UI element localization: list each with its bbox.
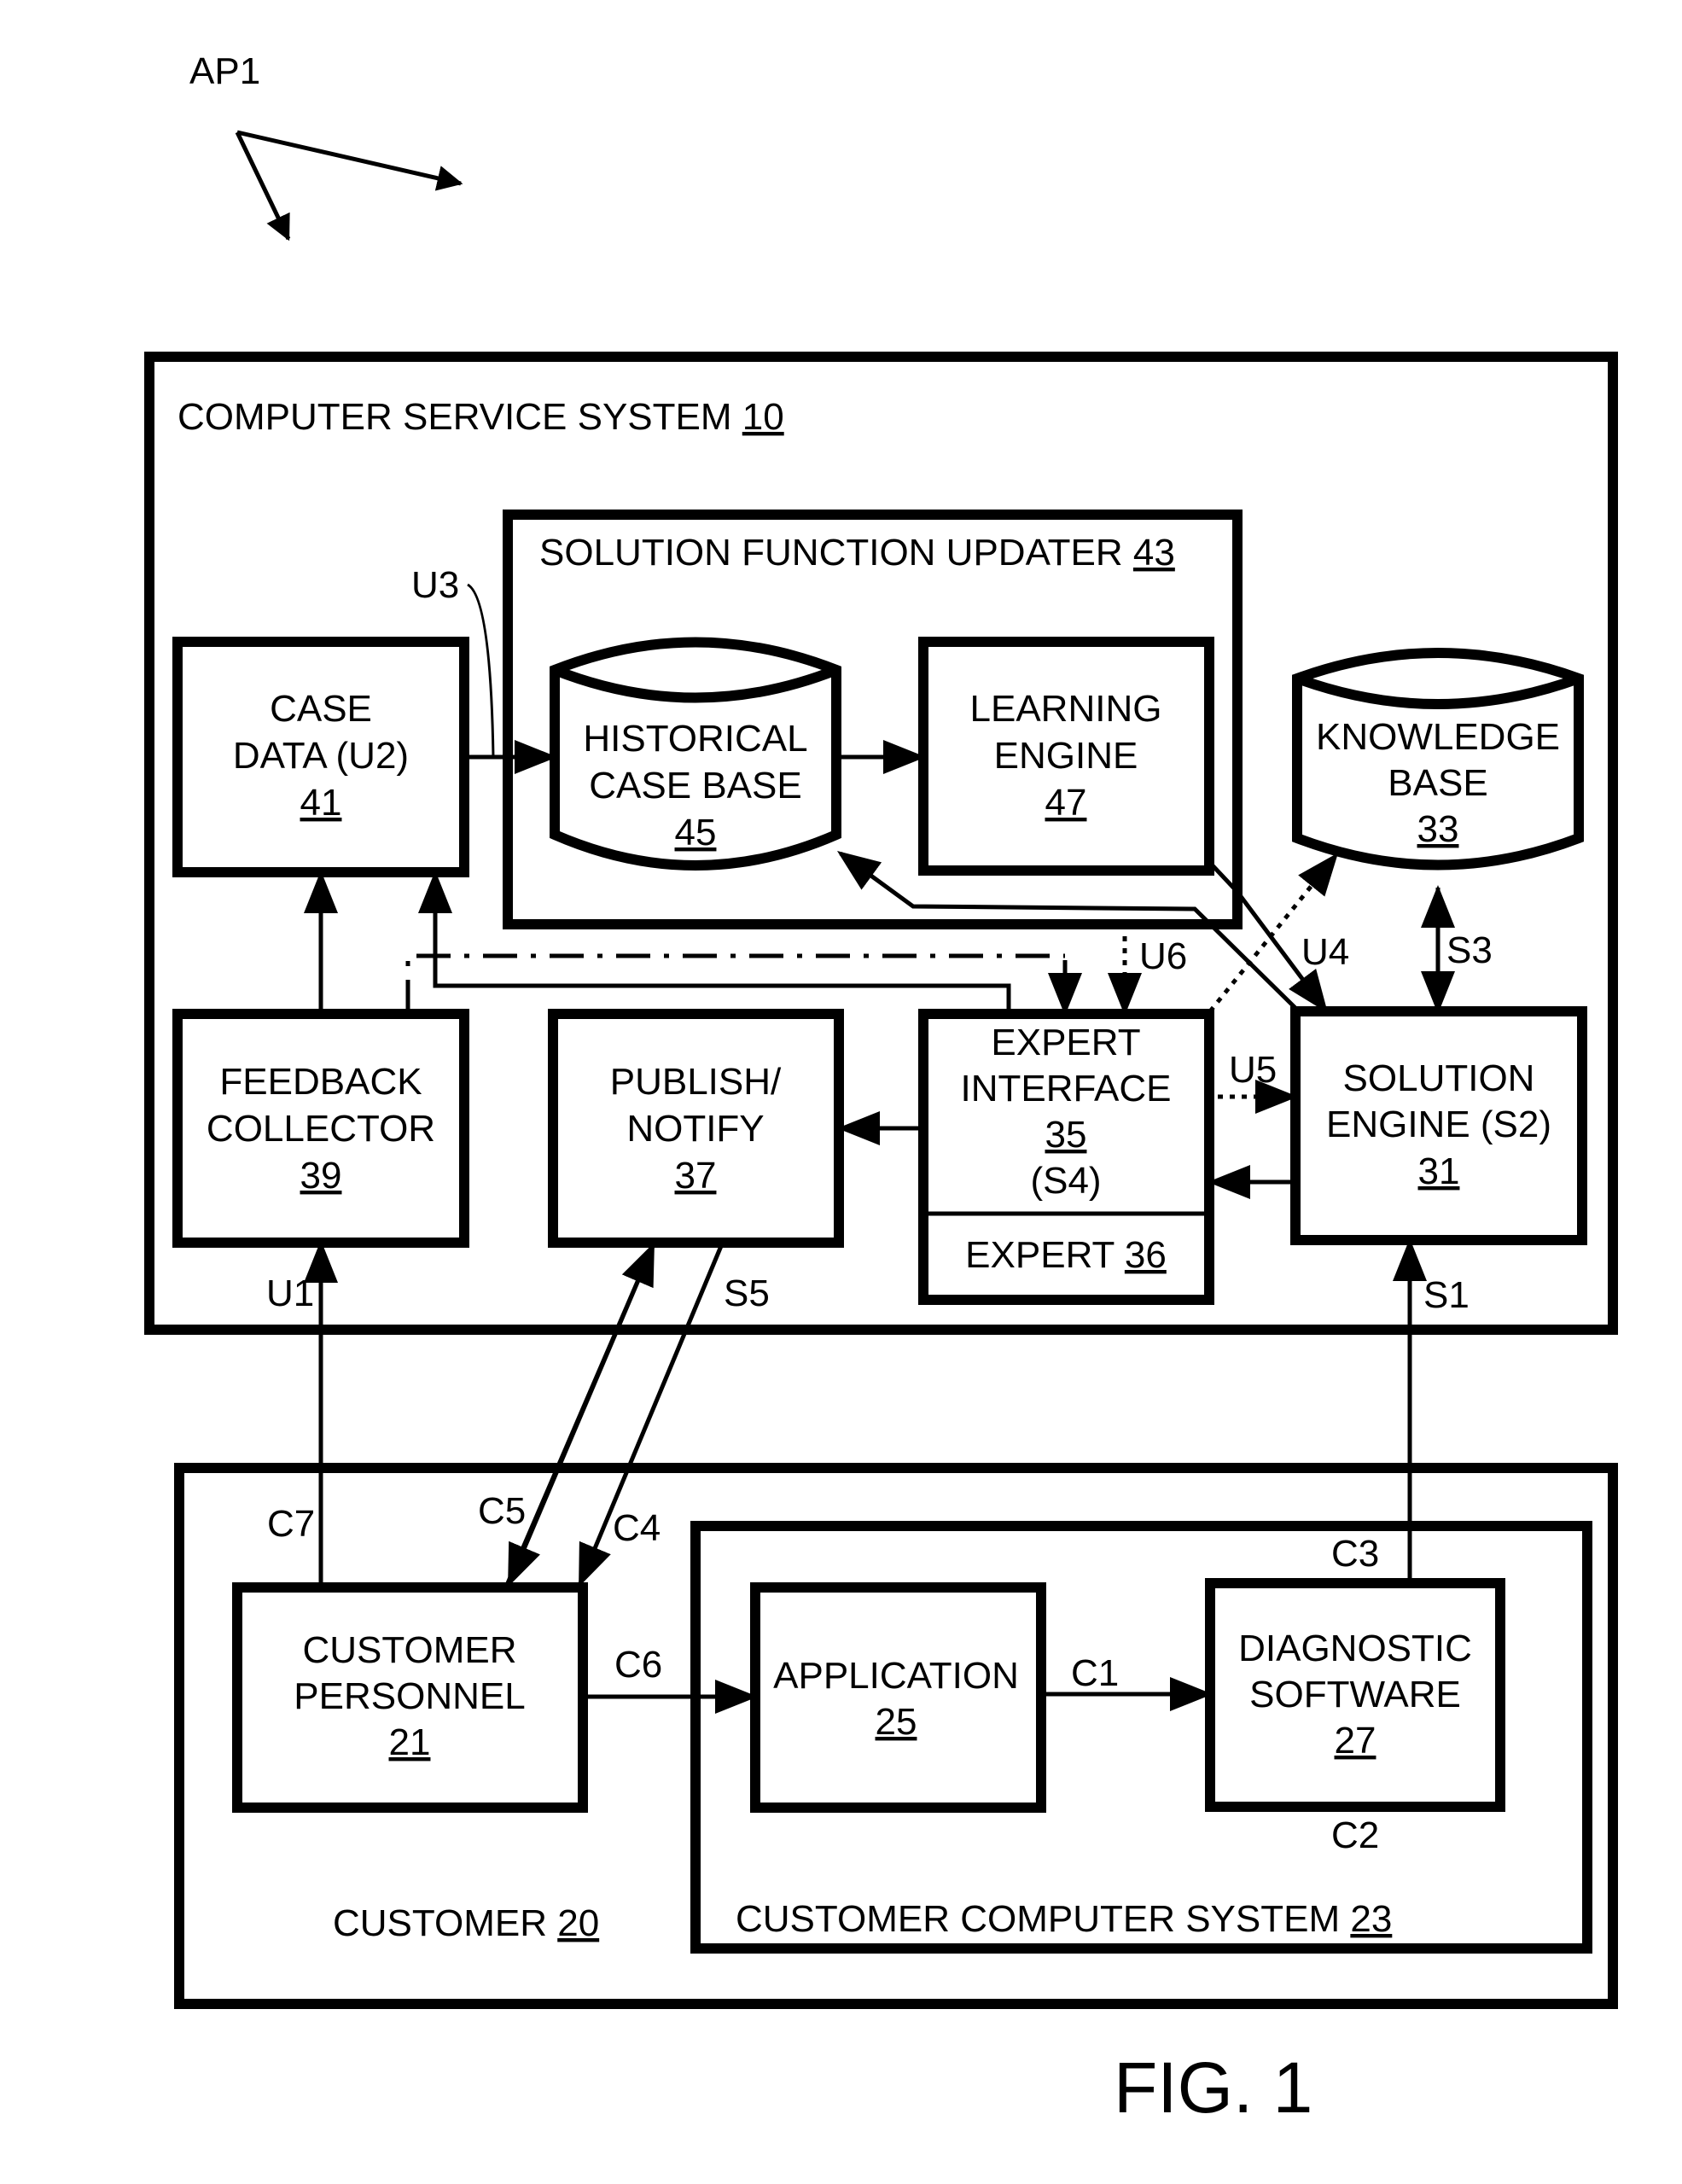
svg-text:21: 21 — [389, 1721, 431, 1763]
customer-label: CUSTOMER 20 — [333, 1902, 599, 1944]
svg-text:31: 31 — [1418, 1150, 1460, 1192]
svg-text:DIAGNOSTIC: DIAGNOSTIC — [1238, 1628, 1472, 1669]
signal-s3: S3 — [1446, 929, 1493, 971]
svg-text:FEEDBACK: FEEDBACK — [219, 1061, 422, 1103]
svg-text:LEARNING: LEARNING — [970, 688, 1162, 730]
svg-text:35: 35 — [1045, 1114, 1087, 1156]
expert-interface-block: EXPERT INTERFACE 35 (S4) EXPERT 36 — [918, 1009, 1214, 1305]
svg-text:47: 47 — [1045, 782, 1087, 824]
svg-text:APPLICATION: APPLICATION — [773, 1655, 1019, 1697]
signal-c7: C7 — [267, 1503, 315, 1545]
svg-text:EXPERT: EXPERT — [991, 1022, 1140, 1063]
svg-text:33: 33 — [1417, 808, 1459, 850]
svg-text:NOTIFY: NOTIFY — [626, 1108, 764, 1150]
svg-text:KNOWLEDGE: KNOWLEDGE — [1316, 716, 1560, 758]
svg-text:ENGINE: ENGINE — [994, 735, 1138, 777]
historical-case-base-block: HISTORICAL CASE BASE 45 — [550, 637, 841, 871]
signal-u4: U4 — [1301, 931, 1349, 973]
svg-text:DATA (U2): DATA (U2) — [233, 735, 409, 777]
feedback-collector-block: FEEDBACK COLLECTOR 39 — [172, 1009, 469, 1248]
svg-text:37: 37 — [675, 1155, 717, 1197]
reference-arrows — [235, 130, 463, 242]
svg-text:HISTORICAL: HISTORICAL — [583, 718, 807, 760]
svg-text:CASE: CASE — [270, 688, 372, 730]
publish-notify-block: PUBLISH/ NOTIFY 37 — [548, 1009, 844, 1248]
svg-text:27: 27 — [1335, 1720, 1376, 1762]
svg-text:39: 39 — [300, 1155, 342, 1197]
svg-text:PUBLISH/: PUBLISH/ — [610, 1061, 782, 1103]
signal-s1: S1 — [1423, 1274, 1470, 1316]
svg-text:COLLECTOR: COLLECTOR — [207, 1108, 435, 1150]
computer-service-system-label: COMPUTER SERVICE SYSTEM 10 — [178, 396, 784, 438]
svg-text:CUSTOMER: CUSTOMER — [303, 1629, 517, 1671]
svg-text:41: 41 — [300, 782, 342, 824]
signal-c1: C1 — [1071, 1652, 1119, 1694]
svg-text:45: 45 — [675, 812, 717, 853]
expert-label: EXPERT 36 — [965, 1234, 1167, 1276]
svg-text:INTERFACE: INTERFACE — [961, 1068, 1172, 1109]
signal-u1: U1 — [266, 1273, 314, 1314]
signal-u6: U6 — [1139, 935, 1187, 977]
signal-c2: C2 — [1331, 1814, 1379, 1856]
svg-text:ENGINE (S2): ENGINE (S2) — [1326, 1104, 1551, 1145]
svg-text:25: 25 — [876, 1701, 917, 1743]
customer-personnel-block: CUSTOMER PERSONNEL 21 — [232, 1582, 588, 1813]
solution-function-updater-label: SOLUTION FUNCTION UPDATER 43 — [539, 532, 1175, 574]
figure-label: FIG. 1 — [1114, 2047, 1312, 2128]
customer-computer-system-label: CUSTOMER COMPUTER SYSTEM 23 — [736, 1898, 1392, 1940]
signal-s5: S5 — [724, 1273, 770, 1314]
patent-diagram: AP1 COMPUTER SERVICE SYSTEM 10 SOLUTION … — [144, 50, 1618, 2128]
signal-c6: C6 — [614, 1644, 662, 1686]
svg-text:(S4): (S4) — [1030, 1160, 1101, 1202]
figure-ref-label: AP1 — [189, 50, 260, 92]
signal-c5: C5 — [478, 1490, 526, 1532]
signal-u5: U5 — [1229, 1049, 1277, 1091]
svg-text:PERSONNEL: PERSONNEL — [294, 1675, 525, 1717]
knowledge-base-block: KNOWLEDGE BASE 33 — [1292, 648, 1584, 871]
signal-u3: U3 — [411, 564, 459, 606]
signal-c4: C4 — [613, 1507, 661, 1549]
svg-text:BASE: BASE — [1388, 762, 1487, 804]
svg-text:CASE BASE: CASE BASE — [589, 765, 801, 807]
case-data-block: CASE DATA (U2) 41 — [172, 637, 469, 877]
learning-engine-block: LEARNING ENGINE 47 — [918, 637, 1214, 876]
application-block: APPLICATION 25 — [750, 1582, 1046, 1813]
svg-text:SOLUTION: SOLUTION — [1343, 1057, 1535, 1099]
diagnostic-software-block: DIAGNOSTIC SOFTWARE 27 — [1205, 1578, 1505, 1812]
svg-text:SOFTWARE: SOFTWARE — [1249, 1674, 1461, 1715]
solution-engine-block: SOLUTION ENGINE (S2) 31 — [1290, 1006, 1587, 1245]
signal-c3: C3 — [1331, 1533, 1379, 1575]
